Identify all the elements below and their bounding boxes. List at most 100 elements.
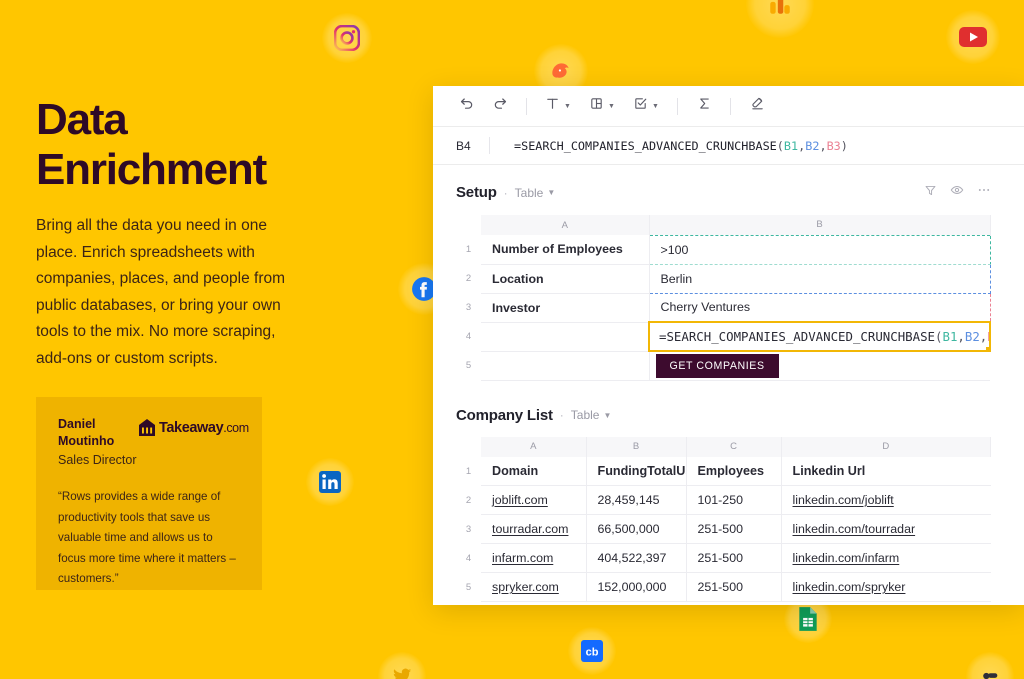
formula-comma-1: , [957,329,965,344]
formula-input[interactable]: =SEARCH_COMPANIES_ADVANCED_CRUNCHBASE(B1… [514,139,848,153]
clear-format-icon [750,96,765,116]
cell-resize-handle[interactable] [986,347,988,349]
bubble-youtube [946,10,1000,64]
chevron-down-icon: ▼ [652,102,659,110]
setup-cell-b2[interactable]: Berlin [648,264,991,294]
setup-type-label[interactable]: Table [515,186,544,200]
column-header-b[interactable]: B [586,436,687,457]
cell-reference-box[interactable]: B4 [433,139,489,153]
cell-employees[interactable]: 101-250 [686,485,782,515]
linkedin-link[interactable]: linkedin.com/spryker [793,580,906,594]
header-cell-linkedin[interactable]: Linkedin Url [781,456,991,486]
undo-button[interactable] [449,92,483,120]
formula-function-name: =SEARCH_COMPANIES_ADVANCED_CRUNCHBASE [659,329,936,344]
header-cell-employees[interactable]: Employees [686,456,782,486]
text-format-button[interactable]: ▼ [536,92,580,120]
column-header-c[interactable]: C [686,436,782,457]
linkedin-link[interactable]: linkedin.com/joblift [793,493,894,507]
table-row: 4 infarm.com 404,522,397 251-500 linkedi… [456,543,991,573]
row-number[interactable]: 1 [456,456,481,486]
validation-button[interactable]: ▼ [624,92,668,120]
linkedin-link[interactable]: linkedin.com/infarm [793,551,900,565]
row-number[interactable]: 4 [456,543,481,573]
linkedin-link[interactable]: linkedin.com/tourradar [793,522,916,536]
setup-cell-b3[interactable]: Cherry Ventures [648,293,991,323]
domain-link[interactable]: joblift.com [492,493,548,507]
domain-link[interactable]: infarm.com [492,551,553,565]
header-cell-domain[interactable]: Domain [481,456,587,486]
table-row: 4 =SEARCH_COMPANIES_ADVANCED_CRUNCHBASE(… [456,321,991,352]
formula-arg-2: B2 [964,329,980,344]
chevron-down-icon[interactable]: ▼ [603,411,611,420]
get-companies-button[interactable]: GET COMPANIES [655,353,779,378]
page-title: Data Enrichment [36,95,336,195]
cell-linkedin[interactable]: linkedin.com/tourradar [781,514,991,544]
setup-column-headers: A B [456,215,991,235]
cell-format-button[interactable]: ▼ [580,92,624,120]
takeaway-house-icon [139,419,155,436]
company-list-table: A B C D 1 Domain FundingTotalUsd Employe… [456,436,991,602]
table-row: 2 Location Berlin [456,264,991,294]
row-number[interactable]: 3 [456,293,481,322]
testimonial-name-line-1: Daniel [58,417,96,431]
cell-employees[interactable]: 251-500 [686,514,782,544]
corner-cell [456,436,481,457]
testimonial-role: Sales Director [58,453,137,467]
cell-employees[interactable]: 251-500 [686,572,782,602]
column-header-b[interactable]: B [649,215,991,235]
filter-icon[interactable] [924,184,937,202]
row-number[interactable]: 1 [456,235,481,264]
cell-employees[interactable]: 251-500 [686,543,782,573]
company-list-type-label[interactable]: Table [571,408,600,422]
cell-linkedin[interactable]: linkedin.com/infarm [781,543,991,573]
row-number[interactable]: 2 [456,485,481,515]
setup-cell-a2[interactable]: Location [481,264,650,294]
clear-format-button[interactable] [740,92,774,120]
setup-section-header: Setup · Table ▼ [456,183,991,202]
row-number[interactable]: 5 [456,351,481,380]
table-row: 5 spryker.com 152,000,000 251-500 linked… [456,572,991,602]
domain-link[interactable]: spryker.com [492,580,559,594]
toolbar-divider-1 [526,97,527,115]
row-number[interactable]: 4 [456,322,481,351]
domain-link[interactable]: tourradar.com [492,522,568,536]
cell-funding[interactable]: 28,459,145 [586,485,687,515]
setup-cell-a4[interactable] [481,322,650,352]
setup-cell-a3[interactable]: Investor [481,293,650,323]
column-header-d[interactable]: D [781,436,991,457]
row-number[interactable]: 5 [456,572,481,602]
cell-domain[interactable]: tourradar.com [481,514,587,544]
header-cell-funding[interactable]: FundingTotalUsd [586,456,687,486]
cell-domain[interactable]: joblift.com [481,485,587,515]
formula-arg-2: B2 [805,138,820,153]
setup-cell-b5[interactable]: GET COMPANIES [649,351,990,381]
redo-button[interactable] [483,92,517,120]
setup-cell-b1[interactable]: >100 [648,234,991,265]
chevron-down-icon[interactable]: ▼ [547,188,555,197]
cell-domain[interactable]: spryker.com [481,572,587,602]
eye-icon[interactable] [950,183,964,202]
cell-funding[interactable]: 152,000,000 [586,572,687,602]
column-header-a[interactable]: A [481,436,587,457]
cell-funding[interactable]: 66,500,000 [586,514,687,544]
setup-cell-b4-selected[interactable]: =SEARCH_COMPANIES_ADVANCED_CRUNCHBASE(B1… [648,321,991,352]
headline-line-2: Enrichment [36,145,267,194]
company-list-separator: · [559,408,564,422]
cell-funding[interactable]: 404,522,397 [586,543,687,573]
spreadsheet-toolbar: ▼ ▼ ▼ [433,86,1024,127]
redo-arrow-icon [493,96,508,116]
more-options-icon[interactable] [977,183,991,202]
row-number[interactable]: 3 [456,514,481,544]
row-number[interactable]: 2 [456,264,481,293]
cell-domain[interactable]: infarm.com [481,543,587,573]
table-row: 3 Investor Cherry Ventures [456,293,991,323]
testimonial-header: Daniel Moutinho Sales Director Takeaway.… [58,416,249,469]
formula-bar[interactable]: B4 =SEARCH_COMPANIES_ADVANCED_CRUNCHBASE… [433,127,1024,165]
setup-cell-a5[interactable] [481,351,650,381]
cell-linkedin[interactable]: linkedin.com/spryker [781,572,991,602]
cell-linkedin[interactable]: linkedin.com/joblift [781,485,991,515]
sum-button[interactable] [687,92,721,120]
setup-cell-a1[interactable]: Number of Employees [481,235,650,265]
column-header-a[interactable]: A [481,215,650,235]
sigma-sum-icon [697,96,712,116]
